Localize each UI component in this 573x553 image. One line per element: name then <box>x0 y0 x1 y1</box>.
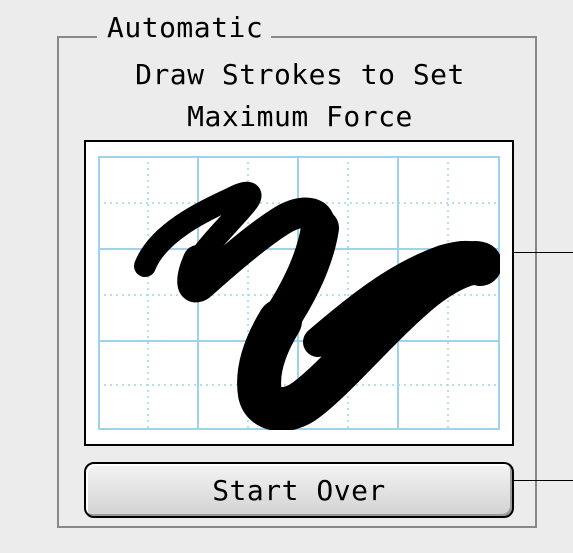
callout-line-button <box>514 480 573 481</box>
instruction-line-2: Maximum Force <box>187 100 413 133</box>
group-title: Automatic <box>97 10 272 46</box>
callout-line-canvas <box>514 252 573 253</box>
instruction-line-1: Draw Strokes to Set <box>135 58 465 91</box>
start-over-button[interactable]: Start Over <box>84 462 514 518</box>
force-stroke <box>134 181 500 430</box>
drawing-canvas[interactable] <box>98 156 500 430</box>
stroke-drawing-area[interactable] <box>84 140 514 446</box>
